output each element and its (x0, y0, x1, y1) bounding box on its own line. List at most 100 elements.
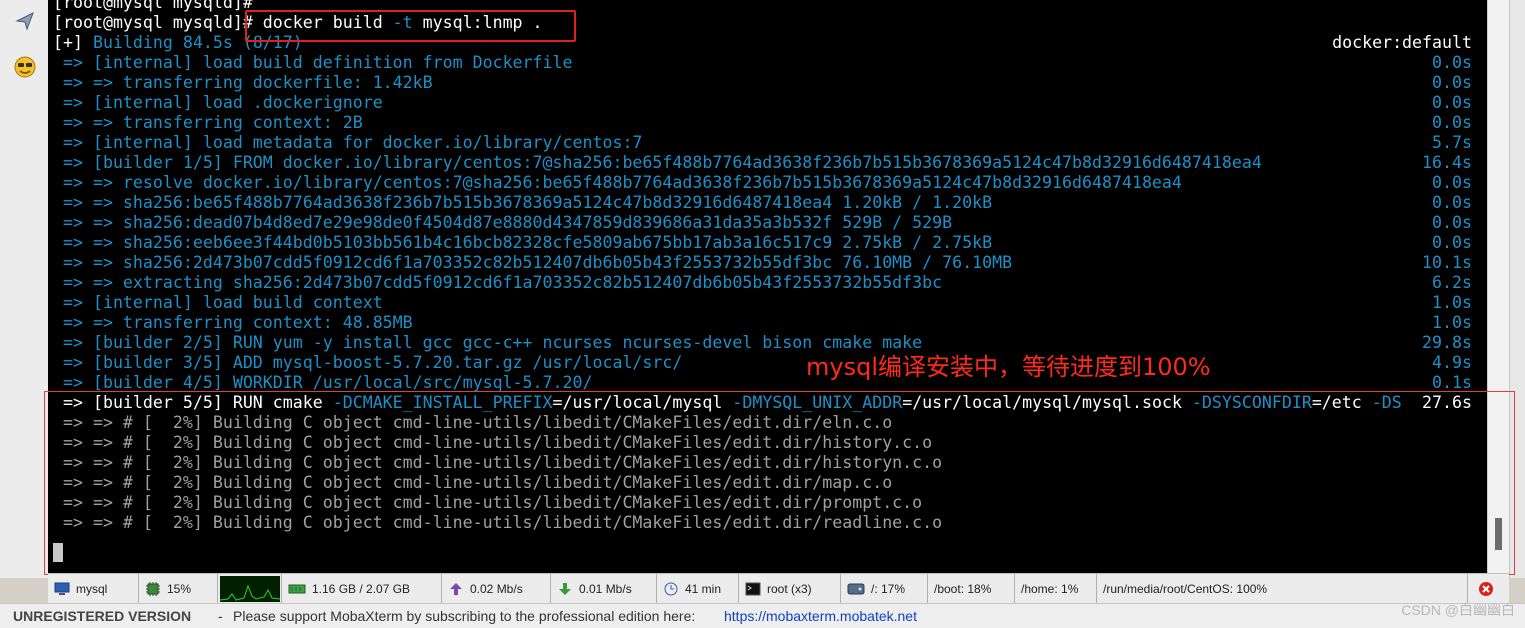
close-icon (1478, 581, 1493, 596)
terminal-line: => => sha256:be65f488b7764ad3638f236b7b5… (53, 193, 992, 213)
terminal-duration: 4.9s (1432, 353, 1472, 372)
download-value: 0.01 Mb/s (579, 581, 632, 596)
terminal-duration: 0.0s (1432, 173, 1472, 192)
command-highlight-box (245, 10, 576, 42)
separator: - (218, 608, 223, 624)
terminal-line: => => sha256:eeb6ee3f44bd0b5103bb561b4c1… (53, 233, 992, 253)
memory-status: 1.16 GB / 2.07 GB (282, 574, 442, 603)
terminal-text: => => transferring context: 48.85MB (53, 313, 413, 332)
terminal-duration: 10.1s (1422, 253, 1472, 272)
terminal-duration: 6.2s (1432, 273, 1472, 292)
terminal-text: => => transferring dockerfile: 1.42kB (53, 73, 433, 92)
terminal-text: => [builder 4/5] WORKDIR /usr/local/src/… (53, 373, 593, 392)
annotation-text: mysql编译安装中，等待进度到100% (806, 353, 1211, 381)
uptime-value: 41 min (685, 581, 722, 596)
monitor-icon (54, 582, 70, 595)
terminal-duration: 0.0s (1432, 93, 1472, 112)
terminal-line: [root@mysql mysqld]# (53, 0, 263, 13)
terminal-duration: 0.1s (1432, 373, 1472, 392)
cpu-status: 15% (139, 574, 218, 603)
terminal-duration: 5.7s (1432, 133, 1472, 152)
emoji-icon[interactable] (8, 50, 42, 84)
disk-media-value: /run/media/root/CentOS: 100% (1103, 581, 1268, 596)
users-value: root (x3) (767, 581, 812, 596)
left-toolbar (0, 0, 49, 578)
terminal-text: => [internal] load build context (53, 293, 383, 312)
terminal-duration: 0.0s (1432, 233, 1472, 252)
upload-value: 0.02 Mb/s (470, 581, 523, 596)
terminal-text: => [builder 3/5] ADD mysql-boost-5.7.20.… (53, 353, 683, 372)
download-icon (559, 582, 571, 595)
disk-home-value: /home: 1% (1021, 581, 1079, 596)
terminal-duration: 1.0s (1432, 293, 1472, 312)
unregistered-label: UNREGISTERED VERSION (13, 608, 192, 624)
terminal-line: => => sha256:2d473b07cdd5f0912cd6f1a7033… (53, 253, 1012, 273)
terminal-line: => [builder 3/5] ADD mysql-boost-5.7.20.… (53, 353, 682, 373)
terminal-duration: 0.0s (1432, 213, 1472, 232)
terminal-line: => => transferring context: 48.85MB (53, 313, 413, 333)
disk-home-status: /home: 1% (1015, 574, 1097, 603)
terminal-text: => => sha256:2d473b07cdd5f0912cd6f1a7033… (53, 253, 1013, 272)
terminal-text: => => resolve docker.io/library/centos:7… (53, 173, 1182, 192)
terminal-duration: 1.0s (1432, 313, 1472, 332)
terminal-text: => => sha256:dead07b4d8ed7e29e98de0f4504… (53, 213, 953, 232)
mobaxterm-link[interactable]: https://mobaxterm.mobatek.net (724, 608, 917, 624)
uptime-status: 41 min (657, 574, 739, 603)
terminal-duration: 0.0s (1432, 53, 1472, 72)
watermark: CSDN @白幽幽白 (1401, 602, 1515, 618)
disk-icon (847, 583, 865, 594)
terminal-line: => [builder 1/5] FROM docker.io/library/… (53, 153, 1262, 173)
terminal-duration: 0.0s (1432, 73, 1472, 92)
terminal-text: [root@mysql mysqld]# (53, 0, 263, 12)
terminal-line: => => sha256:dead07b4d8ed7e29e98de0f4504… (53, 213, 952, 233)
cpu-icon (146, 581, 160, 596)
terminal-text: [+] (53, 33, 93, 52)
upload-status: 0.02 Mb/s (442, 574, 551, 603)
terminal-text: => [internal] load build definition from… (53, 53, 573, 72)
terminal-text: => [internal] load metadata for docker.i… (53, 133, 643, 152)
terminal-line: => [internal] load build definition from… (53, 53, 573, 73)
session-name: mysql (76, 581, 108, 596)
bottom-bar: UNREGISTERED VERSION - Please support Mo… (0, 603, 1525, 628)
terminal-text: => [builder 2/5] RUN yum -y install gcc … (53, 333, 923, 352)
cpu-value: 15% (167, 581, 192, 596)
terminal-line: => => resolve docker.io/library/centos:7… (53, 173, 1182, 193)
cpu-graph (218, 574, 282, 603)
terminal-text: => => sha256:eeb6ee3f44bd0b5103bb561b4c1… (53, 233, 993, 252)
disk-root-status: /: 17% (841, 574, 928, 603)
terminal-text: => [builder 1/5] FROM docker.io/library/… (53, 153, 1262, 172)
terminal-text: => => transferring context: 2B (53, 113, 363, 132)
terminal-text: => => extracting sha256:2d473b07cdd5f091… (53, 273, 943, 292)
status-bar: mysql 15% 1.16 GB / 2.07 GB 0.02 Mb/s 0.… (48, 573, 1509, 603)
send-icon[interactable] (8, 4, 42, 38)
progress-highlight-box (44, 391, 1515, 575)
terminal-duration: 16.4s (1422, 153, 1472, 172)
terminal-line: => => transferring dockerfile: 1.42kB (53, 73, 433, 93)
users-status: root (x3) (739, 574, 841, 603)
terminal-line: => [builder 2/5] RUN yum -y install gcc … (53, 333, 922, 353)
terminal-duration: 29.8s (1422, 333, 1472, 352)
clock-icon (664, 582, 678, 595)
terminal-line: => [internal] load .dockerignore (53, 93, 383, 113)
terminal-line: => => transferring context: 2B (53, 113, 363, 133)
terminal-text: => [internal] load .dockerignore (53, 93, 383, 112)
disk-root-value: /: 17% (871, 581, 906, 596)
memory-value: 1.16 GB / 2.07 GB (312, 581, 411, 596)
support-message: Please support MobaXterm by subscribing … (233, 608, 696, 624)
download-status: 0.01 Mb/s (551, 574, 657, 603)
disk-boot-value: /boot: 18% (934, 581, 992, 596)
terminal-text: => => sha256:be65f488b7764ad3638f236b7b5… (53, 193, 993, 212)
memory-icon (288, 584, 306, 593)
disk-media-status: /run/media/root/CentOS: 100% (1097, 574, 1468, 603)
close-session-button[interactable] (1468, 574, 1509, 603)
terminal-duration: 0.0s (1432, 193, 1472, 212)
terminal-duration: 0.0s (1432, 113, 1472, 132)
terminal-duration: docker:default (1332, 33, 1472, 52)
terminal-line: => [builder 4/5] WORKDIR /usr/local/src/… (53, 373, 593, 393)
disk-boot-status: /boot: 18% (928, 574, 1015, 603)
terminal-line: => [internal] load build context (53, 293, 383, 313)
session-status[interactable]: mysql (48, 574, 139, 603)
terminal-line: => [internal] load metadata for docker.i… (53, 133, 642, 153)
terminal-icon (745, 582, 761, 595)
upload-icon (450, 582, 462, 595)
